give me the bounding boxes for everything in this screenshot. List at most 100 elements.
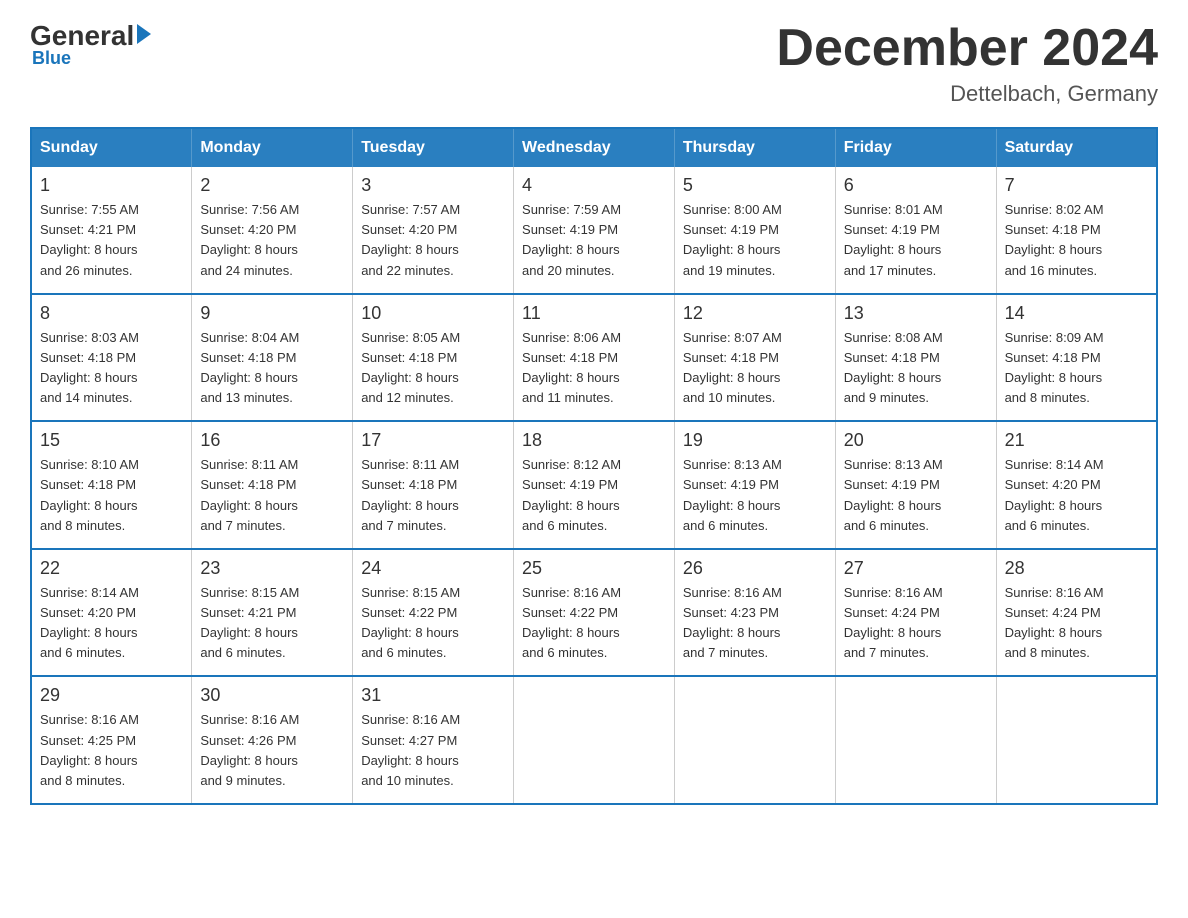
day-info: Sunrise: 8:16 AM Sunset: 4:24 PM Dayligh…	[844, 583, 988, 664]
day-info: Sunrise: 8:13 AM Sunset: 4:19 PM Dayligh…	[844, 455, 988, 536]
table-row: 13 Sunrise: 8:08 AM Sunset: 4:18 PM Dayl…	[835, 294, 996, 422]
day-info: Sunrise: 8:01 AM Sunset: 4:19 PM Dayligh…	[844, 200, 988, 281]
day-number: 25	[522, 558, 666, 579]
day-info: Sunrise: 8:12 AM Sunset: 4:19 PM Dayligh…	[522, 455, 666, 536]
table-row: 1 Sunrise: 7:55 AM Sunset: 4:21 PM Dayli…	[31, 167, 192, 294]
day-info: Sunrise: 8:00 AM Sunset: 4:19 PM Dayligh…	[683, 200, 827, 281]
header-friday: Friday	[835, 128, 996, 167]
day-info: Sunrise: 8:08 AM Sunset: 4:18 PM Dayligh…	[844, 328, 988, 409]
day-number: 9	[200, 303, 344, 324]
calendar-week-row: 22 Sunrise: 8:14 AM Sunset: 4:20 PM Dayl…	[31, 549, 1157, 677]
day-number: 16	[200, 430, 344, 451]
day-number: 3	[361, 175, 505, 196]
table-row: 9 Sunrise: 8:04 AM Sunset: 4:18 PM Dayli…	[192, 294, 353, 422]
day-number: 17	[361, 430, 505, 451]
table-row: 22 Sunrise: 8:14 AM Sunset: 4:20 PM Dayl…	[31, 549, 192, 677]
weekday-header-row: Sunday Monday Tuesday Wednesday Thursday…	[31, 128, 1157, 167]
table-row: 23 Sunrise: 8:15 AM Sunset: 4:21 PM Dayl…	[192, 549, 353, 677]
day-info: Sunrise: 8:14 AM Sunset: 4:20 PM Dayligh…	[1005, 455, 1148, 536]
day-info: Sunrise: 8:11 AM Sunset: 4:18 PM Dayligh…	[200, 455, 344, 536]
table-row: 19 Sunrise: 8:13 AM Sunset: 4:19 PM Dayl…	[674, 421, 835, 549]
day-number: 5	[683, 175, 827, 196]
day-number: 27	[844, 558, 988, 579]
day-info: Sunrise: 8:14 AM Sunset: 4:20 PM Dayligh…	[40, 583, 183, 664]
calendar-week-row: 8 Sunrise: 8:03 AM Sunset: 4:18 PM Dayli…	[31, 294, 1157, 422]
table-row: 14 Sunrise: 8:09 AM Sunset: 4:18 PM Dayl…	[996, 294, 1157, 422]
day-info: Sunrise: 8:15 AM Sunset: 4:22 PM Dayligh…	[361, 583, 505, 664]
calendar-week-row: 15 Sunrise: 8:10 AM Sunset: 4:18 PM Dayl…	[31, 421, 1157, 549]
day-info: Sunrise: 8:03 AM Sunset: 4:18 PM Dayligh…	[40, 328, 183, 409]
month-title: December 2024	[776, 20, 1158, 77]
table-row	[674, 676, 835, 804]
day-number: 23	[200, 558, 344, 579]
day-number: 14	[1005, 303, 1148, 324]
day-number: 22	[40, 558, 183, 579]
day-number: 13	[844, 303, 988, 324]
header-saturday: Saturday	[996, 128, 1157, 167]
calendar-week-row: 1 Sunrise: 7:55 AM Sunset: 4:21 PM Dayli…	[31, 167, 1157, 294]
day-number: 21	[1005, 430, 1148, 451]
day-number: 30	[200, 685, 344, 706]
day-number: 24	[361, 558, 505, 579]
day-number: 10	[361, 303, 505, 324]
table-row: 27 Sunrise: 8:16 AM Sunset: 4:24 PM Dayl…	[835, 549, 996, 677]
day-number: 29	[40, 685, 183, 706]
calendar-table: Sunday Monday Tuesday Wednesday Thursday…	[30, 127, 1158, 805]
day-number: 6	[844, 175, 988, 196]
calendar-week-row: 29 Sunrise: 8:16 AM Sunset: 4:25 PM Dayl…	[31, 676, 1157, 804]
table-row	[514, 676, 675, 804]
day-info: Sunrise: 7:56 AM Sunset: 4:20 PM Dayligh…	[200, 200, 344, 281]
day-info: Sunrise: 8:11 AM Sunset: 4:18 PM Dayligh…	[361, 455, 505, 536]
day-number: 12	[683, 303, 827, 324]
day-number: 15	[40, 430, 183, 451]
table-row: 11 Sunrise: 8:06 AM Sunset: 4:18 PM Dayl…	[514, 294, 675, 422]
location-subtitle: Dettelbach, Germany	[776, 81, 1158, 107]
day-number: 1	[40, 175, 183, 196]
header-sunday: Sunday	[31, 128, 192, 167]
day-info: Sunrise: 8:09 AM Sunset: 4:18 PM Dayligh…	[1005, 328, 1148, 409]
day-number: 28	[1005, 558, 1148, 579]
day-number: 31	[361, 685, 505, 706]
title-block: December 2024 Dettelbach, Germany	[776, 20, 1158, 107]
table-row: 20 Sunrise: 8:13 AM Sunset: 4:19 PM Dayl…	[835, 421, 996, 549]
day-info: Sunrise: 8:16 AM Sunset: 4:27 PM Dayligh…	[361, 710, 505, 791]
day-info: Sunrise: 7:57 AM Sunset: 4:20 PM Dayligh…	[361, 200, 505, 281]
table-row: 25 Sunrise: 8:16 AM Sunset: 4:22 PM Dayl…	[514, 549, 675, 677]
table-row: 17 Sunrise: 8:11 AM Sunset: 4:18 PM Dayl…	[353, 421, 514, 549]
table-row	[996, 676, 1157, 804]
day-number: 18	[522, 430, 666, 451]
day-info: Sunrise: 8:16 AM Sunset: 4:23 PM Dayligh…	[683, 583, 827, 664]
day-info: Sunrise: 8:04 AM Sunset: 4:18 PM Dayligh…	[200, 328, 344, 409]
day-info: Sunrise: 7:59 AM Sunset: 4:19 PM Dayligh…	[522, 200, 666, 281]
table-row: 2 Sunrise: 7:56 AM Sunset: 4:20 PM Dayli…	[192, 167, 353, 294]
table-row: 15 Sunrise: 8:10 AM Sunset: 4:18 PM Dayl…	[31, 421, 192, 549]
header-wednesday: Wednesday	[514, 128, 675, 167]
day-info: Sunrise: 8:16 AM Sunset: 4:25 PM Dayligh…	[40, 710, 183, 791]
day-number: 2	[200, 175, 344, 196]
day-number: 20	[844, 430, 988, 451]
table-row	[835, 676, 996, 804]
table-row: 21 Sunrise: 8:14 AM Sunset: 4:20 PM Dayl…	[996, 421, 1157, 549]
day-info: Sunrise: 8:16 AM Sunset: 4:24 PM Dayligh…	[1005, 583, 1148, 664]
header-thursday: Thursday	[674, 128, 835, 167]
day-info: Sunrise: 8:10 AM Sunset: 4:18 PM Dayligh…	[40, 455, 183, 536]
day-info: Sunrise: 7:55 AM Sunset: 4:21 PM Dayligh…	[40, 200, 183, 281]
table-row: 8 Sunrise: 8:03 AM Sunset: 4:18 PM Dayli…	[31, 294, 192, 422]
table-row: 7 Sunrise: 8:02 AM Sunset: 4:18 PM Dayli…	[996, 167, 1157, 294]
day-info: Sunrise: 8:13 AM Sunset: 4:19 PM Dayligh…	[683, 455, 827, 536]
table-row: 16 Sunrise: 8:11 AM Sunset: 4:18 PM Dayl…	[192, 421, 353, 549]
logo: General Blue	[30, 20, 151, 69]
day-info: Sunrise: 8:06 AM Sunset: 4:18 PM Dayligh…	[522, 328, 666, 409]
day-info: Sunrise: 8:16 AM Sunset: 4:26 PM Dayligh…	[200, 710, 344, 791]
day-number: 4	[522, 175, 666, 196]
day-number: 8	[40, 303, 183, 324]
table-row: 12 Sunrise: 8:07 AM Sunset: 4:18 PM Dayl…	[674, 294, 835, 422]
table-row: 29 Sunrise: 8:16 AM Sunset: 4:25 PM Dayl…	[31, 676, 192, 804]
header-tuesday: Tuesday	[353, 128, 514, 167]
day-info: Sunrise: 8:16 AM Sunset: 4:22 PM Dayligh…	[522, 583, 666, 664]
table-row: 6 Sunrise: 8:01 AM Sunset: 4:19 PM Dayli…	[835, 167, 996, 294]
day-info: Sunrise: 8:07 AM Sunset: 4:18 PM Dayligh…	[683, 328, 827, 409]
day-number: 7	[1005, 175, 1148, 196]
table-row: 4 Sunrise: 7:59 AM Sunset: 4:19 PM Dayli…	[514, 167, 675, 294]
day-number: 19	[683, 430, 827, 451]
